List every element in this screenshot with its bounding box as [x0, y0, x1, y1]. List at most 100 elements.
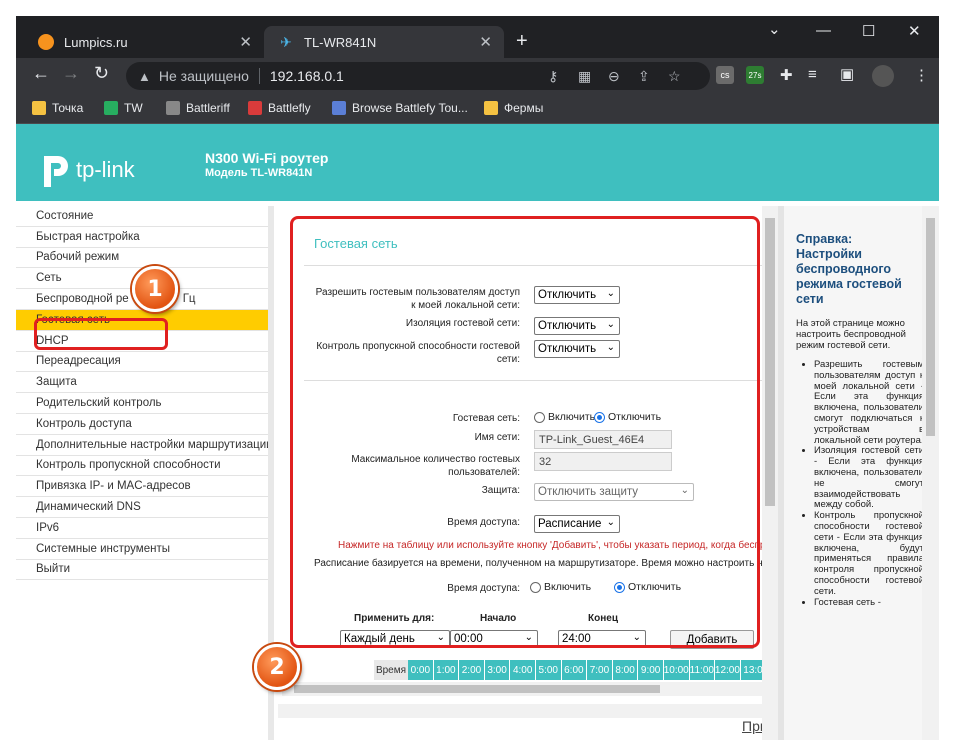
address-bar[interactable]: ▲ Не защищено 192.168.0.1 ⚷ ▦ ⊖ ⇪ ☆ — [126, 62, 710, 90]
battleriff-icon — [166, 101, 180, 115]
close-tab-icon[interactable]: ✕ — [239, 33, 252, 51]
tab-strip: Lumpics.ru ✕ ✈ TL-WR841N ✕ + ⌄ — ☐ ✕ — [16, 16, 939, 58]
extension-badge-icon[interactable]: 27s — [746, 66, 764, 84]
bookmark-item[interactable]: Battleriff — [166, 101, 230, 115]
schedule-cell[interactable]: 0:00 — [408, 660, 434, 680]
share-icon[interactable]: ⇪ — [638, 68, 650, 85]
folder-icon — [484, 101, 498, 115]
schedule-cell[interactable]: 8:00 — [612, 660, 639, 680]
translate-icon[interactable]: ▦ — [578, 68, 591, 85]
menu-item-system-tools[interactable]: Системные инструменты — [16, 539, 268, 560]
step-badge-2: 2 — [254, 644, 300, 690]
divider — [258, 68, 260, 84]
bookmark-item[interactable]: Battlefly — [248, 101, 311, 115]
help-item: Изоляция гостевой сети - Если эта функци… — [814, 445, 922, 511]
tplink-logo-icon — [36, 150, 72, 190]
schedule-cell[interactable]: 11:00 — [689, 660, 716, 680]
menu-item-routing[interactable]: Дополнительные настройки маршрутизации — [16, 435, 268, 456]
schedule-cell[interactable]: 1:00 — [433, 660, 460, 680]
zoom-icon[interactable]: ⊖ — [608, 68, 620, 85]
menu-item-wireless-suffix: Гц — [182, 293, 196, 306]
menu-item-bandwidth[interactable]: Контроль пропускной способности — [16, 456, 268, 477]
product-name: N300 Wi-Fi роутер — [205, 150, 329, 166]
menu-item-wireless-label: Беспроводной ре — [36, 293, 129, 306]
schedule-cell[interactable]: 4:00 — [510, 660, 536, 680]
folder-icon — [32, 101, 46, 115]
battlefy-icon — [332, 101, 346, 115]
schedule-cell[interactable]: 3:00 — [484, 660, 511, 680]
minimize-button[interactable]: — — [816, 22, 831, 39]
bookmark-item[interactable]: Точка — [32, 101, 83, 115]
avatar[interactable] — [872, 65, 894, 87]
schedule-cell[interactable]: 9:00 — [638, 660, 664, 680]
bookmark-label: Browse Battlefy Tou... — [352, 101, 468, 115]
bookmark-item[interactable]: Browse Battlefy Tou... — [332, 101, 468, 115]
tplink-favicon-icon: ✈ — [280, 34, 292, 50]
router-menu: Состояние Быстрая настройка Рабочий режи… — [16, 206, 268, 581]
bookmarks-bar: Точка TW Battleriff Battlefly Browse Bat… — [16, 94, 939, 124]
menu-item-quick-setup[interactable]: Быстрая настройка — [16, 227, 268, 248]
tab-lumpics[interactable]: Lumpics.ru ✕ — [24, 26, 264, 58]
maximize-button[interactable]: ☐ — [862, 22, 875, 40]
menu-item-ddns[interactable]: Динамический DNS — [16, 497, 268, 518]
schedule-table[interactable]: Время 0:00 1:00 2:00 3:00 4:00 5:00 6:00… — [374, 660, 767, 680]
reload-button[interactable]: ↻ — [94, 63, 109, 84]
puzzle-extensions-icon[interactable]: ✚ — [780, 66, 793, 84]
menu-item-parental[interactable]: Родительский контроль — [16, 393, 268, 414]
annotation-box-content — [290, 216, 760, 648]
scrollbar-thumb[interactable] — [294, 685, 660, 693]
content-vertical-scrollbar[interactable] — [762, 206, 778, 740]
help-item: Разрешить гостевым пользователям доступ … — [814, 359, 922, 446]
help-vertical-scrollbar[interactable] — [922, 206, 939, 740]
scrollbar-thumb[interactable] — [926, 218, 935, 436]
content-frame: Гостевая сеть Разрешить гостевым пользов… — [274, 206, 774, 740]
star-icon[interactable]: ☆ — [668, 68, 681, 85]
menu-item-ip-mac[interactable]: Привязка IP- и MAC-адресов — [16, 476, 268, 498]
bookmark-label: Battlefly — [268, 101, 311, 115]
step-badge-1: 1 — [132, 266, 178, 312]
menu-kebab-icon[interactable]: ⋮ — [914, 66, 929, 84]
tab-search-icon[interactable]: ⌄ — [768, 20, 781, 38]
tab-router[interactable]: ✈ TL-WR841N ✕ — [264, 26, 504, 58]
help-item: Гостевая сеть - — [814, 597, 922, 609]
url-text[interactable]: 192.168.0.1 — [270, 68, 344, 84]
menu-item-ipv6[interactable]: IPv6 — [16, 518, 268, 539]
help-list: Разрешить гостевым пользователям доступ … — [814, 359, 922, 609]
battlefly-icon — [248, 101, 262, 115]
logo-text: tp-link — [76, 157, 135, 182]
inner-horizontal-scrollbar[interactable] — [282, 682, 764, 696]
menu-item-logout[interactable]: Выйти — [16, 560, 268, 581]
router-header: tp-link N300 Wi-Fi роутер Модель TL-WR84… — [16, 124, 939, 201]
warning-icon[interactable]: ▲ — [138, 69, 151, 84]
schedule-cell[interactable]: 2:00 — [459, 660, 485, 680]
bookmark-item[interactable]: TW — [104, 101, 143, 115]
menu-item-status[interactable]: Состояние — [16, 206, 268, 227]
menu-item-security[interactable]: Защита — [16, 372, 268, 394]
close-tab-icon[interactable]: ✕ — [479, 33, 492, 51]
scrollbar-thumb[interactable] — [765, 218, 775, 506]
bookmark-item[interactable]: Фермы — [484, 101, 543, 115]
annotation-box-menu — [34, 318, 168, 350]
reading-list-icon[interactable]: ≡ — [808, 66, 817, 83]
schedule-cell[interactable]: 6:00 — [561, 660, 588, 680]
bookmark-label: TW — [124, 101, 143, 115]
bookmark-label: Фермы — [504, 101, 544, 115]
lumpics-favicon-icon — [38, 34, 54, 50]
menu-item-forwarding[interactable]: Переадресация — [16, 352, 268, 373]
new-tab-button[interactable]: + — [516, 30, 528, 53]
forward-button[interactable]: → — [62, 63, 80, 84]
lastpass-extension-icon[interactable]: cs — [716, 66, 734, 84]
key-icon[interactable]: ⚷ — [548, 68, 558, 85]
schedule-cell[interactable]: 7:00 — [587, 660, 613, 680]
close-window-button[interactable]: ✕ — [908, 22, 921, 40]
schedule-cell[interactable]: 12:00 — [715, 660, 741, 680]
sidebar-icon[interactable]: ▣ — [840, 65, 854, 83]
menu-item-mode[interactable]: Рабочий режим — [16, 248, 268, 269]
schedule-cell[interactable]: 5:00 — [535, 660, 562, 680]
model-name: Модель TL-WR841N — [205, 167, 313, 179]
menu-item-access-control[interactable]: Контроль доступа — [16, 414, 268, 435]
router-page: tp-link N300 Wi-Fi роутер Модель TL-WR84… — [16, 124, 939, 740]
schedule-cell[interactable]: 10:00 — [664, 660, 690, 680]
back-button[interactable]: ← — [32, 63, 50, 84]
frame-horizontal-scrollbar[interactable] — [278, 704, 768, 718]
